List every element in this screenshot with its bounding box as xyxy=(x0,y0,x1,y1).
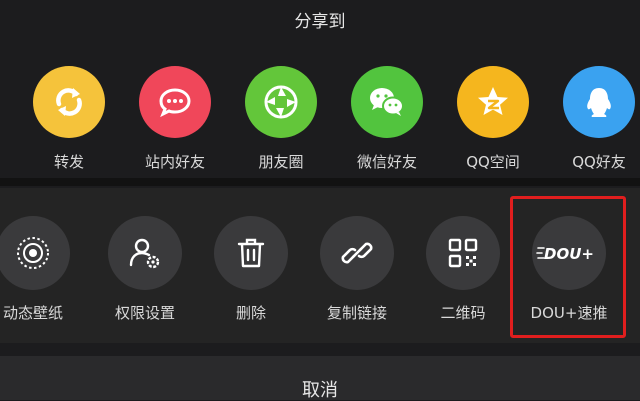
live-wallpaper-icon xyxy=(0,216,70,290)
share-wechat-label: 微信好友 xyxy=(356,153,417,171)
action-delete-label: 删除 xyxy=(235,304,266,322)
action-copy-link-label: 复制链接 xyxy=(326,304,387,322)
wechat-moments-icon xyxy=(245,66,317,138)
link-icon xyxy=(320,216,394,290)
cancel-button[interactable]: 取消 xyxy=(0,356,640,401)
trash-icon xyxy=(214,216,288,290)
share-friend-in-app[interactable]: 站内好友 xyxy=(125,66,225,172)
share-qzone-label: QQ空间 xyxy=(466,153,520,171)
action-qr-code-label: 二维码 xyxy=(440,304,486,322)
action-live-wallpaper[interactable]: 动态壁纸 xyxy=(0,216,83,323)
share-qq[interactable]: QQ好友 xyxy=(549,66,640,172)
section-divider xyxy=(0,178,640,186)
chat-bubble-icon xyxy=(139,66,211,138)
action-live-wallpaper-label: 动态壁纸 xyxy=(2,304,63,322)
share-qq-label: QQ好友 xyxy=(572,153,626,171)
share-moments[interactable]: 朋友圈 xyxy=(231,66,331,172)
qq-icon xyxy=(563,66,635,138)
action-copy-link[interactable]: 复制链接 xyxy=(307,216,407,323)
share-moments-label: 朋友圈 xyxy=(258,153,304,171)
action-qr-code[interactable]: 二维码 xyxy=(413,216,513,323)
share-wechat[interactable]: 微信好友 xyxy=(337,66,437,172)
share-forward[interactable]: 转发 xyxy=(19,66,119,172)
share-qzone[interactable]: QQ空间 xyxy=(443,66,543,172)
wechat-icon xyxy=(351,66,423,138)
action-permission-settings[interactable]: 权限设置 xyxy=(95,216,195,323)
share-forward-label: 转发 xyxy=(53,153,84,171)
action-permission-settings-label: 权限设置 xyxy=(114,304,175,322)
share-targets-row: 转发 站内好友 朋友圈 微信好友 QQ空间 QQ好友 xyxy=(0,58,640,178)
qr-code-icon xyxy=(426,216,500,290)
qzone-star-icon xyxy=(457,66,529,138)
forward-icon xyxy=(33,66,105,138)
user-permission-icon xyxy=(108,216,182,290)
cancel-label: 取消 xyxy=(302,380,338,401)
dou-plus-highlight-box xyxy=(510,196,626,338)
share-friend-in-app-label: 站内好友 xyxy=(144,153,205,171)
sheet-title: 分享到 xyxy=(294,12,346,32)
action-delete[interactable]: 删除 xyxy=(201,216,301,323)
